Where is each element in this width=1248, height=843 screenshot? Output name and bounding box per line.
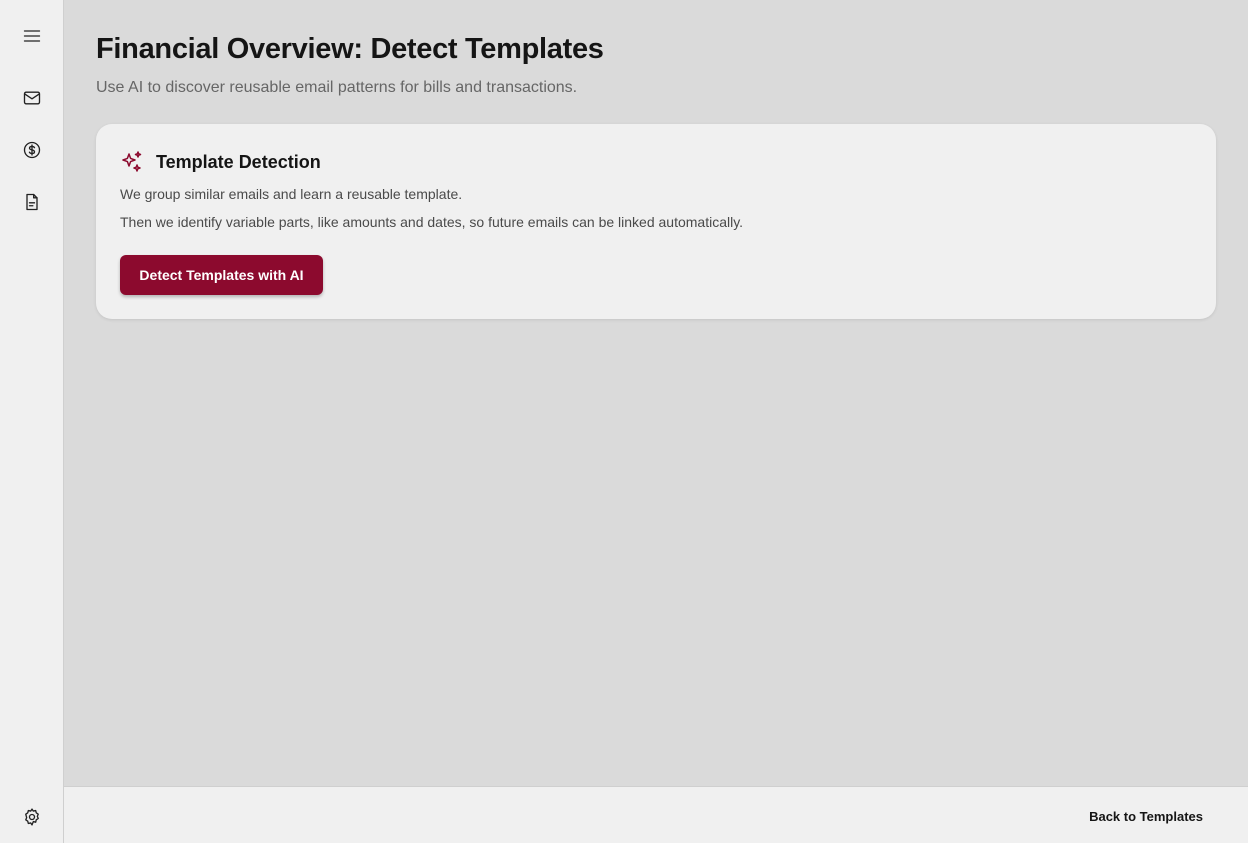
- menu-icon: [23, 30, 41, 42]
- back-to-templates-link[interactable]: Back to Templates: [1089, 809, 1203, 824]
- dollar-circle-icon: [23, 141, 41, 159]
- page-subtitle: Use AI to discover reusable email patter…: [96, 79, 578, 96]
- mail-icon: [23, 91, 41, 105]
- settings-button[interactable]: [16, 801, 48, 833]
- sidebar-item-documents[interactable]: [16, 186, 48, 218]
- template-detection-card: Template Detection We group similar emai…: [96, 124, 1216, 319]
- sparkles-icon: [120, 150, 144, 174]
- gear-icon: [25, 808, 39, 826]
- menu-button[interactable]: [16, 20, 48, 52]
- main-content: Financial Overview: Detect Templates Use…: [64, 0, 1248, 786]
- sidebar-item-finance[interactable]: [16, 134, 48, 166]
- sidebar-item-mail[interactable]: [16, 82, 48, 114]
- card-description-line-2: Then we identify variable parts, like am…: [120, 214, 744, 230]
- footer-bar: Back to Templates: [64, 786, 1248, 843]
- card-description-line-1: We group similar emails and learn a reus…: [120, 186, 463, 202]
- card-title: Template Detection: [156, 152, 321, 172]
- detect-templates-button[interactable]: Detect Templates with AI: [120, 255, 323, 295]
- document-icon: [26, 193, 38, 211]
- sidebar: [0, 0, 64, 843]
- page-title: Financial Overview: Detect Templates: [96, 33, 604, 65]
